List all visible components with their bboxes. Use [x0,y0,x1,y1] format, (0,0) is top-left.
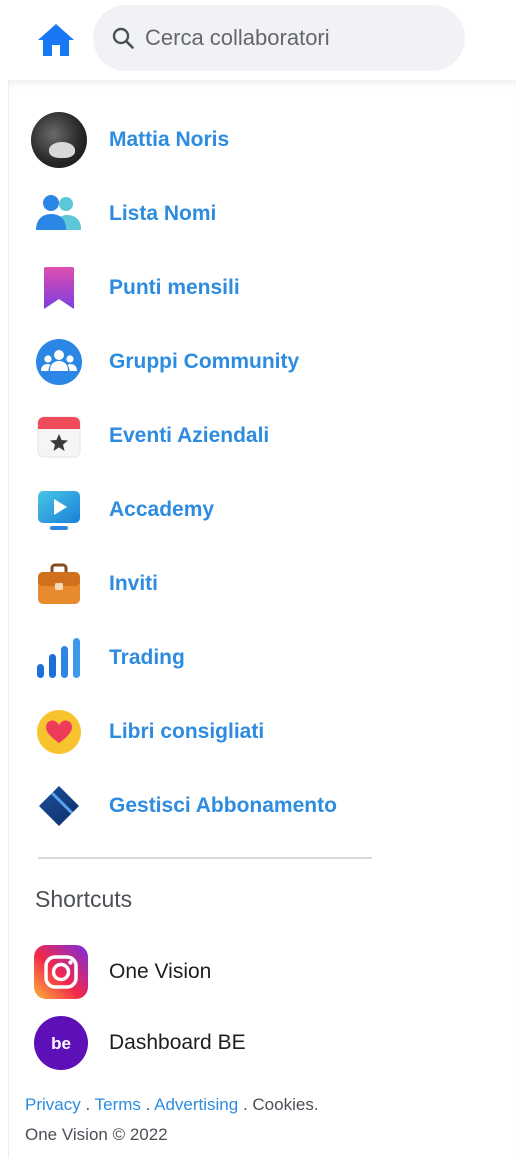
menu-item-profile[interactable]: Mattia Noris [31,105,471,175]
menu-item-label: Gruppi Community [109,350,300,373]
menu-item-label: Trading [109,646,185,669]
shortcut-label: Dashboard BE [109,1031,246,1054]
shortcut-label: One Vision [109,960,212,983]
menu-item-label: Mattia Noris [109,128,230,151]
shortcut-one-vision[interactable]: One Vision [33,941,473,1003]
home-icon [38,24,74,56]
search-bar[interactable] [93,5,465,71]
menu-item-inviti[interactable]: Inviti [31,549,471,619]
bar-chart-icon [31,630,87,686]
bookmark-icon [31,260,87,316]
menu-item-label: Gestisci Abbonamento [109,794,337,817]
menu-item-trading[interactable]: Trading [31,623,471,693]
menu-item-label: Punti mensili [109,276,240,299]
terms-link[interactable]: Terms [95,1095,141,1114]
search-input[interactable] [145,25,445,51]
footer-links: Privacy . Terms . Advertising . Cookies. [25,1090,319,1120]
footer-separator: . [238,1095,253,1114]
copyright: One Vision © 2022 [25,1125,168,1144]
menu-item-lista-nomi[interactable]: Lista Nomi [31,179,471,249]
menu-item-gruppi-community[interactable]: Gruppi Community [31,327,471,397]
cookies-text[interactable]: Cookies. [252,1095,318,1114]
menu-item-punti-mensili[interactable]: Punti mensili [31,253,471,323]
menu-item-accademy[interactable]: Accademy [31,475,471,545]
search-icon [111,26,135,50]
left-panel: Mattia Noris Lista Nomi Punti mensili Gr… [8,80,516,1158]
footer-separator: . [80,1095,95,1114]
top-bar [0,0,516,80]
shortcuts-title: Shortcuts [35,886,133,912]
instagram-icon [33,944,89,1000]
calendar-star-icon [31,408,87,464]
footer: Privacy . Terms . Advertising . Cookies.… [25,1090,319,1150]
footer-separator: . [140,1095,155,1114]
home-button[interactable] [34,20,78,60]
people-icon [31,186,87,242]
privacy-link[interactable]: Privacy [25,1095,81,1114]
shortcut-dashboard-be[interactable]: be Dashboard BE [33,1012,473,1074]
menu-item-label: Lista Nomi [109,202,217,225]
groups-icon [31,334,87,390]
menu-item-label: Eventi Aziendali [109,424,270,447]
menu-item-eventi-aziendali[interactable]: Eventi Aziendali [31,401,471,471]
be-logo-text: be [51,1034,71,1053]
app-root: Mattia Noris Lista Nomi [0,0,516,1158]
menu-item-label: Inviti [109,572,159,595]
heart-icon [31,704,87,760]
menu-item-label: Libri consigliati [109,720,265,743]
menu-item-gestisci-abbonamento[interactable]: Gestisci Abbonamento [31,771,471,841]
menu-item-libri-consigliati[interactable]: Libri consigliati [31,697,471,767]
briefcase-icon [31,556,87,612]
section-divider [38,857,372,859]
menu-item-label: Accademy [109,498,215,521]
user-avatar [31,112,87,168]
card-icon [31,778,87,834]
advertising-link[interactable]: Advertising [154,1095,238,1114]
play-screen-icon [31,482,87,538]
be-logo-icon: be [33,1015,89,1071]
